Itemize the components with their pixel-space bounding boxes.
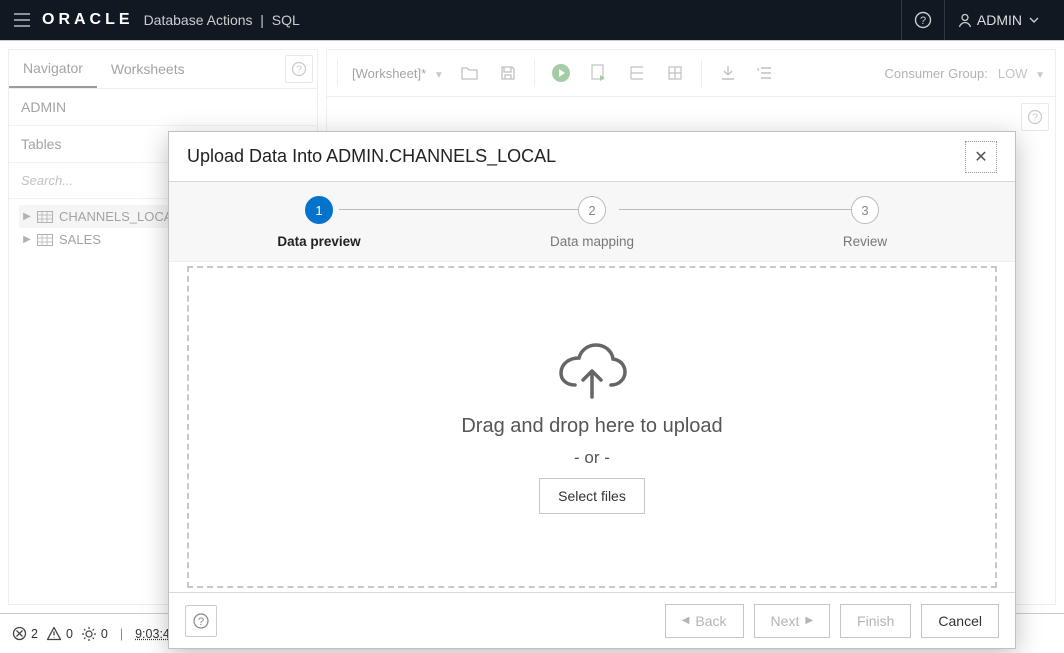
processes-indicator[interactable]: 0 (81, 626, 108, 642)
step-number: 2 (578, 196, 606, 224)
dialog-help-icon[interactable]: ? (185, 605, 217, 637)
warning-icon (46, 626, 62, 641)
errors-indicator[interactable]: 2 (12, 626, 38, 641)
user-label: ADMIN (977, 12, 1022, 28)
hamburger-icon[interactable] (8, 13, 36, 27)
step-review[interactable]: 3 Review (775, 196, 955, 249)
file-drop-zone[interactable]: Drag and drop here to upload - or - Sele… (187, 266, 997, 588)
finish-button[interactable]: Finish (840, 604, 911, 638)
dialog-footer: ? ◀ Back Next ▶ Finish Cancel (169, 592, 1015, 648)
next-label: Next (771, 613, 800, 629)
warnings-count: 0 (66, 627, 73, 641)
product-section: SQL (272, 12, 300, 28)
step-number: 1 (305, 196, 333, 224)
workspace: Navigator Worksheets ? ADMIN Tables ▶ CH… (0, 40, 1064, 613)
cancel-button[interactable]: Cancel (921, 604, 999, 638)
dialog-body: Drag and drop here to upload - or - Sele… (169, 262, 1015, 592)
step-data-preview[interactable]: 1 Data preview (229, 196, 409, 249)
dialog-title: Upload Data Into ADMIN.CHANNELS_LOCAL (187, 146, 556, 167)
title-separator: | (256, 12, 271, 28)
status-divider: | (120, 627, 123, 641)
top-bar: ORACLE Database Actions | SQL ? ADMIN (0, 0, 1064, 40)
close-icon[interactable]: ✕ (965, 141, 997, 173)
errors-count: 2 (31, 627, 38, 641)
select-files-button[interactable]: Select files (539, 478, 645, 514)
gear-icon (81, 626, 97, 642)
or-text: - or - (574, 448, 610, 468)
step-number: 3 (851, 196, 879, 224)
wizard-stepper: 1 Data preview 2 Data mapping 3 Review (169, 182, 1015, 262)
back-button[interactable]: ◀ Back (665, 604, 744, 638)
cloud-upload-icon (553, 341, 631, 405)
oracle-logo: ORACLE (42, 11, 134, 29)
user-menu[interactable]: ADMIN (944, 0, 1056, 40)
svg-text:?: ? (198, 616, 204, 628)
svg-text:?: ? (920, 15, 926, 27)
triangle-left-icon: ◀ (682, 615, 690, 626)
next-button[interactable]: Next ▶ (754, 604, 831, 638)
drop-hint-text: Drag and drop here to upload (461, 415, 722, 438)
processes-count: 0 (101, 627, 108, 641)
dialog-header: Upload Data Into ADMIN.CHANNELS_LOCAL ✕ (169, 132, 1015, 182)
step-label: Data preview (277, 234, 360, 249)
help-icon[interactable]: ? (901, 0, 944, 40)
upload-data-dialog: Upload Data Into ADMIN.CHANNELS_LOCAL ✕ … (168, 131, 1016, 649)
error-icon (12, 626, 27, 641)
warnings-indicator[interactable]: 0 (46, 626, 73, 641)
step-label: Data mapping (550, 234, 634, 249)
step-data-mapping[interactable]: 2 Data mapping (502, 196, 682, 249)
triangle-right-icon: ▶ (805, 615, 813, 626)
back-label: Back (695, 613, 726, 629)
step-label: Review (843, 234, 887, 249)
product-title: Database Actions | SQL (144, 12, 300, 28)
product-name: Database Actions (144, 12, 253, 28)
